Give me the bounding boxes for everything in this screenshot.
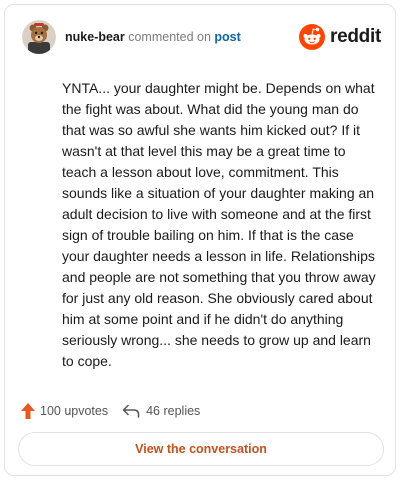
upvote-control[interactable]: 100 upvotes — [20, 402, 108, 420]
bear-avatar-icon — [22, 20, 56, 54]
reddit-snoo-icon — [299, 24, 326, 50]
upvote-arrow-icon — [21, 403, 35, 419]
reply-arrow-icon — [122, 404, 140, 418]
embedded-comment-card: nuke-bear commented on post reddit YNTA.… — [4, 4, 396, 476]
user-avatar[interactable] — [22, 20, 56, 54]
comment-body: YNTA... your daughter might be. Depends … — [62, 80, 376, 369]
view-conversation-button[interactable]: View the conversation — [18, 432, 384, 466]
replies-control[interactable]: 46 replies — [122, 404, 200, 418]
username-link[interactable]: nuke-bear — [65, 30, 125, 44]
reddit-wordmark: reddit — [330, 26, 381, 47]
comment-actions: 100 upvotes 46 replies — [20, 400, 200, 422]
post-link[interactable]: post — [214, 30, 240, 44]
reply-count: 46 replies — [146, 404, 201, 418]
upvote-count: 100 upvotes — [40, 404, 109, 418]
reddit-logo[interactable]: reddit — [299, 21, 381, 53]
comment-meta: nuke-bear commented on post — [65, 29, 241, 45]
comment-header: nuke-bear commented on post reddit — [22, 20, 381, 56]
commented-on-text: commented on — [128, 30, 211, 44]
